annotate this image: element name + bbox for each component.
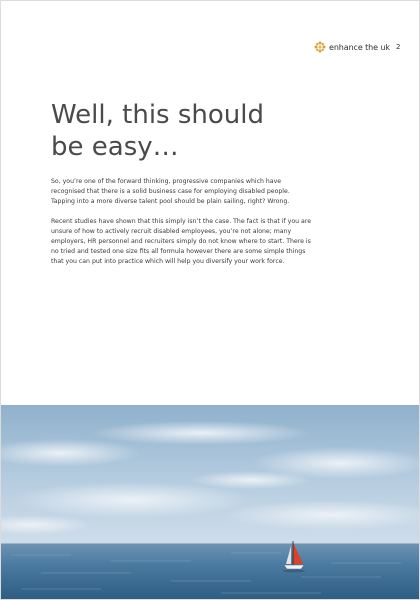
article-body: So, you’re one of the forward thinking, …	[51, 177, 313, 277]
boat-reflection	[283, 569, 305, 573]
page-title-line-1: Well, this should	[51, 100, 265, 130]
flower-logo-icon	[314, 41, 326, 53]
page-title-line-2: be easy…	[51, 132, 179, 162]
page-number: 2	[396, 43, 401, 51]
document-page: enhance the uk 2 Well, this should be ea…	[0, 0, 420, 600]
hull	[283, 564, 305, 570]
paragraph-1: So, you’re one of the forward thinking, …	[51, 178, 290, 206]
sailboat-sea-photo	[1, 405, 419, 599]
paragraph-2: Recent studies have shown that this simp…	[51, 217, 312, 266]
brand-logo: enhance the uk	[314, 41, 390, 53]
page-title: Well, this should be easy…	[51, 99, 331, 163]
sea	[1, 543, 419, 599]
brand-name: enhance the uk	[329, 42, 390, 52]
